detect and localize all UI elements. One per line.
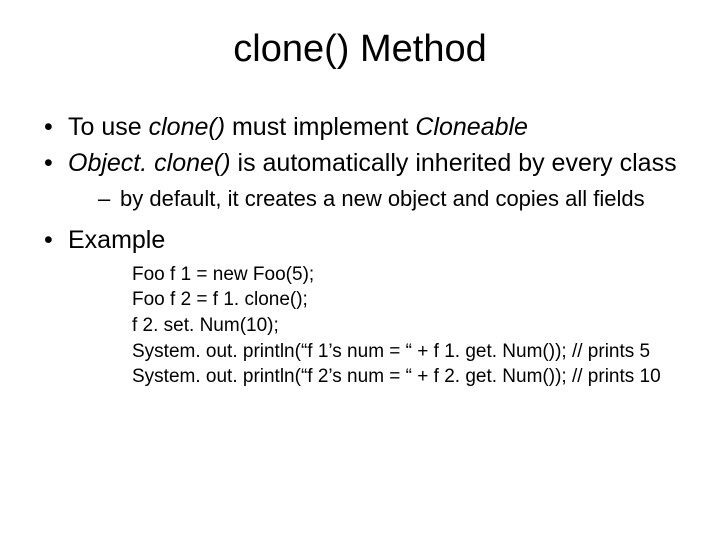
code-block: Foo f 1 = new Foo(5); Foo f 2 = f 1. clo… [132, 262, 680, 390]
sub-bullet-1: by default, it creates a new object and … [98, 185, 680, 214]
code-line-2: Foo f 2 = f 1. clone(); [132, 287, 680, 313]
bullet-item-2: Object. clone() is automatically inherit… [40, 147, 680, 214]
italic-cloneable: Cloneable [415, 113, 528, 141]
code-line-5: System. out. println(“f 2’s num = “ + f … [132, 364, 680, 390]
code-line-1: Foo f 1 = new Foo(5); [132, 262, 680, 288]
text: by default, it creates a new object and … [120, 186, 645, 211]
text: To use [68, 113, 149, 141]
text: is automatically inherited by every clas… [231, 149, 677, 177]
italic-clone: clone() [149, 113, 225, 141]
bullet-list: To use clone() must implement Cloneable … [40, 111, 680, 390]
text: Example [68, 226, 165, 254]
bullet-item-1: To use clone() must implement Cloneable [40, 111, 680, 143]
bullet-item-3: Example Foo f 1 = new Foo(5); Foo f 2 = … [40, 224, 680, 390]
slide: clone() Method To use clone() must imple… [0, 0, 720, 540]
code-line-4: System. out. println(“f 1’s num = “ + f … [132, 339, 680, 365]
text: must implement [225, 113, 415, 141]
code-line-3: f 2. set. Num(10); [132, 313, 680, 339]
sub-list: by default, it creates a new object and … [68, 185, 680, 214]
slide-title: clone() Method [40, 28, 680, 71]
italic-object-clone: Object. clone() [68, 149, 231, 177]
